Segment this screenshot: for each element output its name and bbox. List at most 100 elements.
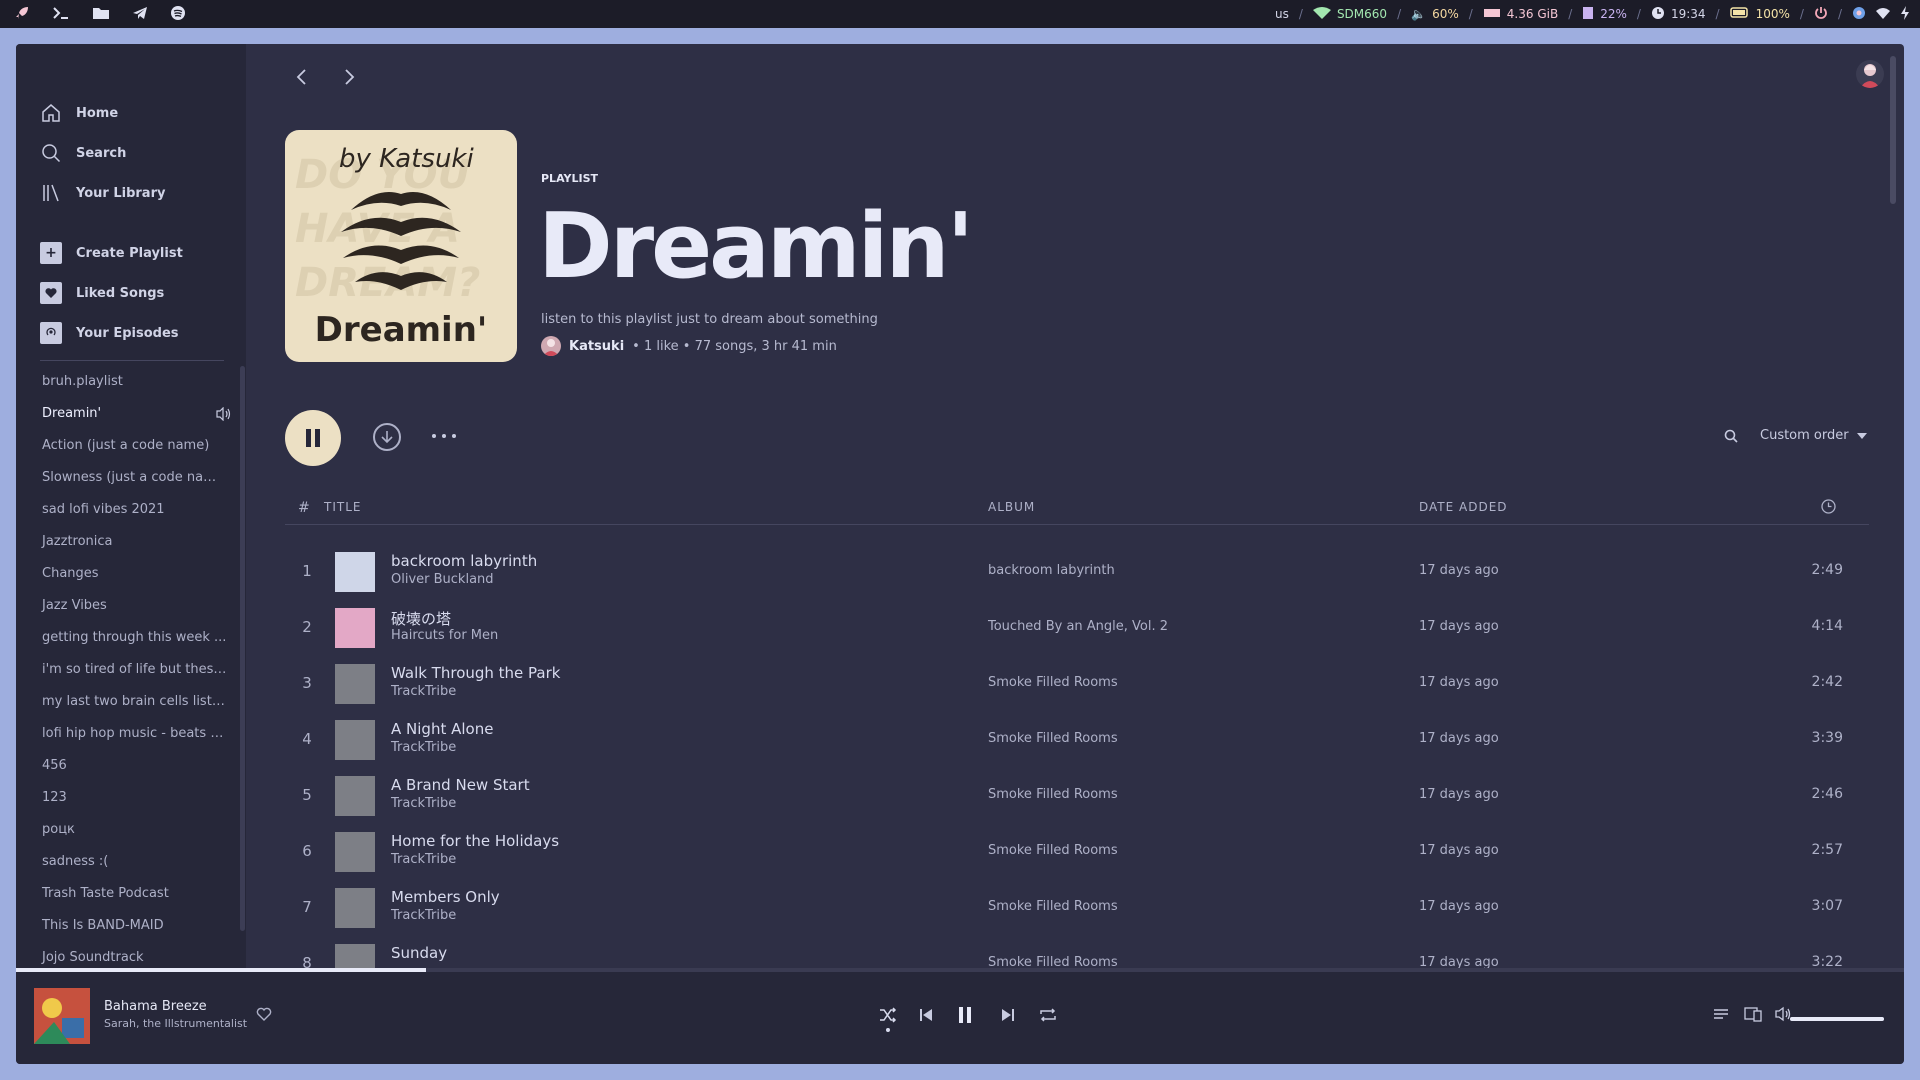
sidebar-playlist-item[interactable]: bruh.playlist [16,366,228,398]
nav-library-label: Your Library [76,185,166,201]
nav-library[interactable]: Your Library [40,182,165,204]
memory-usage: 4.36 GiB [1506,7,1559,21]
now-playing-artist[interactable]: Sarah, the Illstrumentalist [104,1017,247,1030]
download-button[interactable] [373,423,401,451]
track-number: 1 [302,562,312,580]
track-row[interactable]: 2 破壊の塔 Haircuts for Men Touched By an Angle… [285,600,1869,656]
forward-button[interactable] [335,62,365,92]
nav-your-episodes[interactable]: Your Episodes [40,322,179,344]
track-row[interactable]: 3 Walk Through the Park TrackTribe Smoke Fi… [285,656,1869,712]
terminal-icon[interactable] [52,6,70,23]
telegram-icon[interactable] [132,6,148,23]
track-date-added: 17 days ago [1419,563,1499,578]
sidebar-playlist-item[interactable]: Trash Taste Podcast [16,878,228,910]
track-date-added: 17 days ago [1419,843,1499,858]
sidebar-playlist-item[interactable]: Dreamin' [16,398,231,430]
tray-wifi-icon[interactable] [1876,7,1890,22]
track-album[interactable]: Touched By an Angle, Vol. 2 [988,619,1168,634]
rocket-icon[interactable] [14,5,30,24]
sidebar-playlist-item[interactable]: This Is BAND-MAID [16,910,228,942]
caret-down-icon [1856,432,1867,439]
sidebar-playlist-item[interactable]: lofi hip hop music - beats to... [16,718,228,750]
player-bar: Bahama Breeze Sarah, the Illstrumentalis… [16,972,1904,1064]
now-playing-title[interactable]: Bahama Breeze [104,999,207,1014]
track-album[interactable]: Smoke Filled Rooms [988,787,1118,802]
pause-button-large[interactable] [285,410,341,466]
track-artist[interactable]: TrackTribe [391,796,456,811]
sidebar-playlist-item[interactable]: getting through this week ... [16,622,228,654]
col-title-header[interactable]: TITLE [324,500,361,514]
track-artist[interactable]: Oliver Buckland [391,572,494,587]
pause-icon [959,1007,971,1023]
shuffle-button[interactable] [879,1006,897,1032]
mute-button[interactable] [1775,1006,1793,1026]
nav-liked-songs[interactable]: Liked Songs [40,282,164,304]
sidebar-playlist-item[interactable]: 123 [16,782,228,814]
sidebar-playlist-item[interactable]: Changes [16,558,228,590]
tray-chrome-icon[interactable] [1852,6,1866,23]
search-in-playlist-button[interactable] [1724,428,1738,447]
play-pause-button[interactable] [957,1006,973,1028]
volume-slider[interactable] [1790,1017,1884,1021]
your-episodes-label: Your Episodes [76,325,179,341]
nav-search[interactable]: Search [40,142,126,164]
playlist-owner[interactable]: Katsuki [569,339,624,354]
track-row[interactable]: 7 Members Only TrackTribe Smoke Filled Room… [285,880,1869,936]
track-artist[interactable]: Haircuts for Men [391,628,498,643]
sort-label: Custom order [1760,428,1849,443]
track-album[interactable]: backroom labyrinth [988,563,1115,578]
now-playing-cover[interactable] [34,988,90,1044]
track-thumbnail [335,832,375,872]
track-album[interactable]: Smoke Filled Rooms [988,675,1118,690]
sidebar-playlist-item[interactable]: Action (just a code name) [16,430,228,462]
track-album[interactable]: Smoke Filled Rooms [988,899,1118,914]
sidebar-playlist-item[interactable]: sad lofi vibes 2021 [16,494,228,526]
col-date-header[interactable]: DATE ADDED [1419,500,1508,514]
sidebar-playlist-item[interactable]: 456 [16,750,228,782]
repeat-button[interactable] [1039,1006,1057,1028]
track-artist[interactable]: TrackTribe [391,852,456,867]
more-options-button[interactable] [431,420,457,444]
sidebar-playlist-item[interactable]: my last two brain cells liste... [16,686,228,718]
track-artist[interactable]: TrackTribe [391,908,456,923]
next-button[interactable] [1001,1006,1015,1028]
user-avatar[interactable] [1856,60,1884,88]
tray-battery-icon[interactable] [1900,5,1910,23]
track-row[interactable]: 1 backroom labyrinth Oliver Buckland backro… [285,544,1869,600]
spotify-icon[interactable] [170,5,186,24]
sidebar-playlist-item[interactable]: Jazztronica [16,526,228,558]
track-date-added: 17 days ago [1419,731,1499,746]
sidebar-scrollbar[interactable] [240,366,245,931]
sidebar-playlist-label: bruh.playlist [42,374,123,389]
sidebar-playlist-item[interactable]: Slowness (just a code name) [16,462,228,494]
track-duration: 2:46 [1811,786,1843,802]
pause-icon [306,429,320,447]
back-button[interactable] [286,62,316,92]
col-album-header[interactable]: ALBUM [988,500,1035,514]
system-topbar: us / SDM660 / 🔈 60% / 4.36 GiB / 22% / 19… [0,0,1920,28]
previous-button[interactable] [919,1006,933,1028]
track-row[interactable]: 4 A Night Alone TrackTribe Smoke Filled Roo… [285,712,1869,768]
sort-dropdown[interactable]: Custom order [1760,428,1867,443]
like-button[interactable] [256,1006,272,1025]
queue-button[interactable] [1713,1006,1729,1026]
nav-home[interactable]: Home [40,102,118,124]
track-album[interactable]: Smoke Filled Rooms [988,731,1118,746]
track-artist[interactable]: TrackTribe [391,740,456,755]
owner-avatar[interactable] [541,336,561,356]
sidebar-playlist-item[interactable]: sadness :( [16,846,228,878]
sidebar-playlist-item[interactable]: Jazz Vibes [16,590,228,622]
main-scrollbar[interactable] [1890,56,1896,204]
power-icon[interactable] [1814,6,1828,23]
folder-icon[interactable] [92,6,110,23]
track-artist[interactable]: TrackTribe [391,684,456,699]
track-title: Walk Through the Park [391,664,561,682]
track-row[interactable]: 5 A Brand New Start TrackTribe Smoke Filled… [285,768,1869,824]
sidebar-playlist-item[interactable]: i'm so tired of life but these ... [16,654,228,686]
sidebar-playlist-item[interactable]: роцк [16,814,228,846]
track-duration: 2:42 [1811,674,1843,690]
nav-create-playlist[interactable]: + Create Playlist [40,242,183,264]
track-album[interactable]: Smoke Filled Rooms [988,843,1118,858]
devices-button[interactable] [1744,1006,1762,1026]
track-row[interactable]: 6 Home for the Holidays TrackTribe Smoke Fi… [285,824,1869,880]
